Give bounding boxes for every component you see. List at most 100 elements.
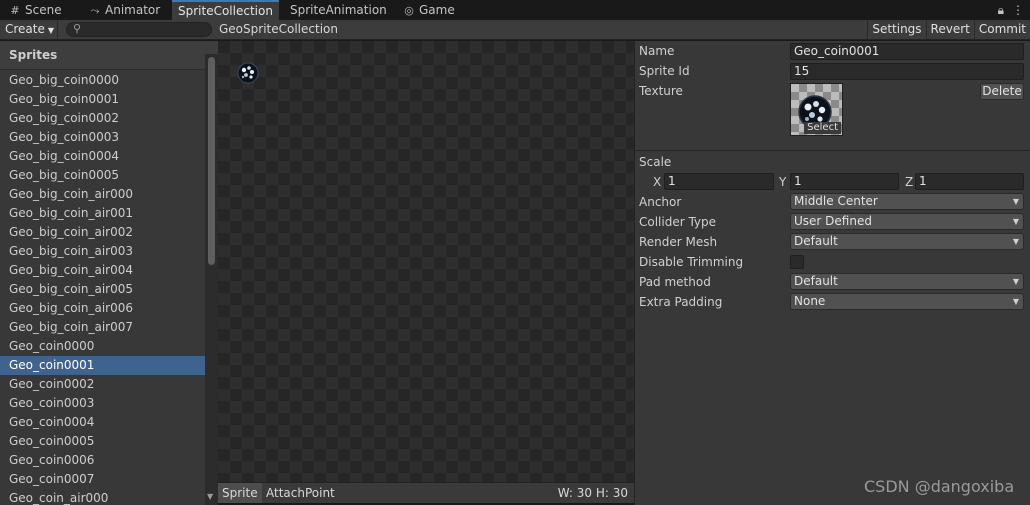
- scale-x-field[interactable]: 1: [664, 173, 774, 190]
- scale-y-field[interactable]: 1: [790, 173, 899, 190]
- section-divider: [635, 150, 1030, 151]
- grid-icon: #: [10, 4, 20, 17]
- sprite-inspector: Name Geo_coin0001 Sprite Id 15 Texture S…: [634, 41, 1030, 505]
- tab-sprite-view[interactable]: Sprite: [218, 483, 262, 503]
- scale-z-field[interactable]: 1: [915, 173, 1024, 190]
- revert-button[interactable]: Revert: [925, 20, 974, 39]
- toolbar-actions: Settings Revert Commit: [867, 20, 1030, 39]
- sprite-preview-canvas[interactable]: [218, 41, 634, 482]
- scale-y-label: Y: [779, 175, 787, 189]
- anchor-dropdown[interactable]: Middle Center ▼: [790, 193, 1024, 210]
- sprite-list-item[interactable]: Geo_big_coin0005: [0, 166, 205, 185]
- animator-icon: ⤳: [90, 4, 100, 17]
- collection-toolbar: Create ▼ ⚲ GeoSpriteCollection Settings R…: [0, 20, 1030, 40]
- sprite-list-item[interactable]: Geo_big_coin0000: [0, 71, 205, 90]
- collider-type-value: User Defined: [794, 214, 872, 228]
- render-mesh-label: Render Mesh: [639, 235, 718, 249]
- tab-sprite-collection[interactable]: SpriteCollection: [172, 0, 279, 20]
- more-menu-icon[interactable]: ⋮: [1012, 3, 1024, 17]
- sprite-list-item[interactable]: Geo_big_coin_air001: [0, 204, 205, 223]
- editor-tab-bar: # Scene ⤳ Animator SpriteCollection Sprite…: [0, 0, 1030, 20]
- pad-method-value: Default: [794, 274, 838, 288]
- extra-padding-dropdown[interactable]: None ▼: [790, 293, 1024, 310]
- sprite-list-item[interactable]: Geo_coin0000: [0, 337, 205, 356]
- geo-coin-sprite: [237, 62, 259, 84]
- gamepad-icon: ◎: [404, 4, 414, 17]
- lock-icon[interactable]: 🔒︎: [998, 3, 1004, 17]
- texture-select-button[interactable]: Select: [804, 122, 841, 134]
- anchor-value: Middle Center: [794, 194, 878, 208]
- extra-padding-value: None: [794, 294, 826, 308]
- sprite-list-item[interactable]: Geo_coin0002: [0, 375, 205, 394]
- scrollbar-thumb[interactable]: [208, 57, 215, 265]
- sprite-list-item[interactable]: Geo_big_coin0001: [0, 90, 205, 109]
- watermark: CSDN @dangoxiba: [864, 477, 1015, 496]
- sprite-list-item[interactable]: Geo_big_coin0002: [0, 109, 205, 128]
- chevron-down-icon: ▼: [1012, 297, 1019, 306]
- tab-game[interactable]: ◎ Game: [396, 0, 455, 20]
- tab-animator-label: Animator: [105, 3, 161, 17]
- sprite-list: Geo_big_coin0000 Geo_big_coin0001 Geo_big_…: [0, 71, 205, 505]
- sprite-list-item[interactable]: Geo_big_coin_air003: [0, 242, 205, 261]
- sprite-list-item[interactable]: Geo_coin0001: [0, 356, 205, 375]
- scroll-down-icon[interactable]: ▼: [207, 492, 213, 501]
- sprite-list-item[interactable]: Geo_coin0006: [0, 451, 205, 470]
- collider-type-dropdown[interactable]: User Defined ▼: [790, 213, 1024, 230]
- sprite-list-item[interactable]: Geo_big_coin_air006: [0, 299, 205, 318]
- tab-scene[interactable]: # Scene: [2, 0, 62, 20]
- settings-button[interactable]: Settings: [867, 20, 925, 39]
- sprite-list-item[interactable]: Geo_big_coin0004: [0, 147, 205, 166]
- sprite-list-item[interactable]: Geo_coin_air000: [0, 489, 205, 505]
- sprite-list-item[interactable]: Geo_big_coin_air005: [0, 280, 205, 299]
- sprite-id-label: Sprite Id: [639, 64, 690, 78]
- tab-scene-label: Scene: [25, 3, 62, 17]
- scale-z-label: Z: [905, 175, 914, 189]
- tab-attach-point[interactable]: AttachPoint: [262, 483, 339, 503]
- scale-label: Scale: [639, 155, 672, 169]
- sprite-list-item[interactable]: Geo_big_coin_air000: [0, 185, 205, 204]
- commit-button[interactable]: Commit: [973, 20, 1030, 39]
- name-field[interactable]: Geo_coin0001: [790, 43, 1024, 60]
- create-label: Create: [5, 22, 45, 36]
- tab-animator[interactable]: ⤳ Animator: [82, 0, 161, 20]
- search-input[interactable]: ⚲: [66, 22, 212, 37]
- sprite-list-item[interactable]: Geo_coin0003: [0, 394, 205, 413]
- chevron-down-icon: ▼: [1012, 237, 1019, 246]
- sprite-list-item[interactable]: Geo_coin0005: [0, 432, 205, 451]
- tab-sprite-collection-label: SpriteCollection: [178, 4, 273, 18]
- pad-method-dropdown[interactable]: Default ▼: [790, 273, 1024, 290]
- name-label: Name: [639, 44, 675, 58]
- chevron-down-icon: ▼: [1012, 217, 1019, 226]
- sprite-list-item[interactable]: Geo_big_coin_air007: [0, 318, 205, 337]
- sprite-list-item[interactable]: Geo_coin0007: [0, 470, 205, 489]
- sprite-list-panel: Sprites Geo_big_coin0000 Geo_big_coin0001…: [0, 41, 218, 505]
- tab-sprite-animation[interactable]: SpriteAnimation: [284, 0, 387, 20]
- disable-trimming-label: Disable Trimming: [639, 255, 744, 269]
- create-dropdown-button[interactable]: Create ▼: [0, 20, 58, 39]
- sprite-list-item[interactable]: Geo_big_coin_air002: [0, 223, 205, 242]
- anchor-label: Anchor: [639, 195, 682, 209]
- sprite-list-item[interactable]: Geo_big_coin_air004: [0, 261, 205, 280]
- sprite-id-field[interactable]: 15: [790, 63, 1024, 80]
- scale-x-label: X: [653, 175, 662, 189]
- preview-bottom-bar: Sprite AttachPoint W: 30 H: 30: [218, 482, 634, 503]
- render-mesh-dropdown[interactable]: Default ▼: [790, 233, 1024, 250]
- sprites-header: Sprites: [0, 41, 218, 70]
- texture-thumbnail[interactable]: Select: [790, 83, 843, 136]
- tab-sprite-animation-label: SpriteAnimation: [290, 3, 387, 17]
- search-icon: ⚲: [73, 22, 82, 35]
- sprite-list-scrollbar[interactable]: ▼: [205, 54, 218, 505]
- collection-name: GeoSpriteCollection: [219, 22, 338, 36]
- disable-trimming-checkbox[interactable]: [790, 255, 804, 269]
- chevron-down-icon: ▼: [1012, 277, 1019, 286]
- texture-label: Texture: [639, 84, 683, 98]
- sprite-dimensions: W: 30 H: 30: [557, 486, 628, 500]
- collider-type-label: Collider Type: [639, 215, 717, 229]
- sprite-list-item[interactable]: Geo_big_coin0003: [0, 128, 205, 147]
- chevron-down-icon: ▼: [1012, 197, 1019, 206]
- pad-method-label: Pad method: [639, 275, 711, 289]
- sprite-list-item[interactable]: Geo_coin0004: [0, 413, 205, 432]
- delete-button[interactable]: Delete: [980, 83, 1024, 100]
- window-controls: 🔒︎ ⋮: [990, 0, 1024, 20]
- chevron-down-icon: ▼: [47, 26, 55, 35]
